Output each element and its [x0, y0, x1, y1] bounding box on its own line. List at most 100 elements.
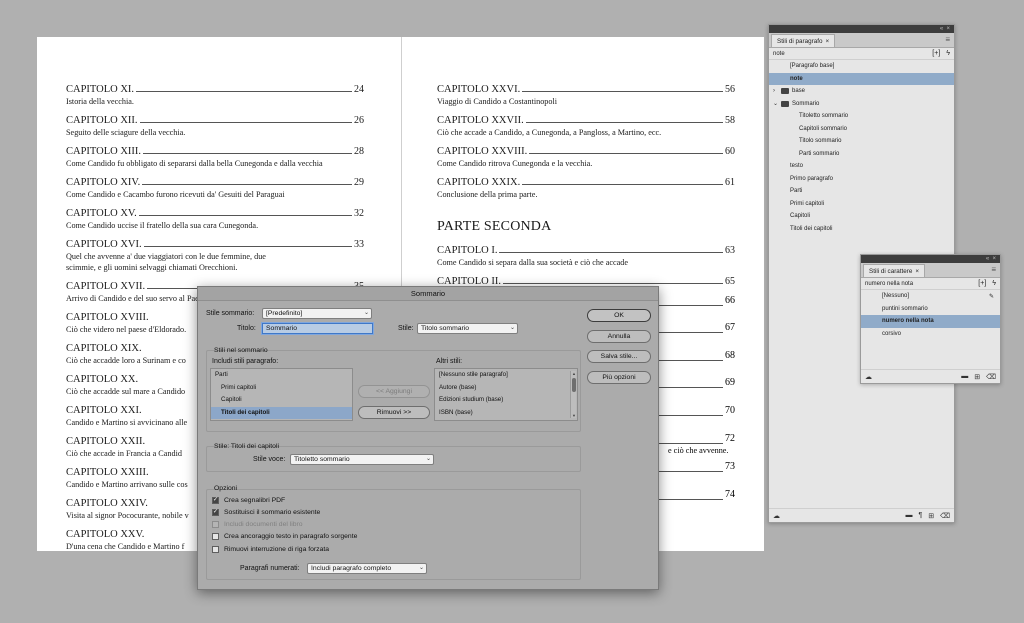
style-label: testo — [790, 163, 804, 170]
more-options-button[interactable]: Più opzioni — [587, 371, 651, 384]
checkbox-unchecked-icon — [212, 546, 219, 553]
character-style-item[interactable]: corsivo — [861, 328, 1000, 341]
paragraph-style-item[interactable]: testo — [769, 160, 954, 173]
paragraph-style-item[interactable]: Titoli dei capitoli — [769, 223, 954, 236]
folder-icon[interactable]: ▬ — [905, 512, 912, 519]
cancel-button[interactable]: Annulla — [587, 330, 651, 343]
toc-chapter-title: CAPITOLO XIV. — [66, 177, 141, 188]
toc-entry[interactable]: CAPITOLO XXIX. 61 Conclusione della prima … — [437, 176, 735, 200]
other-styles-list[interactable]: [Nessuno stile paragrafo] Autore (base) Ed… — [434, 368, 578, 421]
toc-entry[interactable]: CAPITOLO XXVII. 58 Ciò che accade a Candid… — [437, 114, 735, 138]
style-label: Titoletto sommario — [799, 113, 849, 120]
panel-menu-icon[interactable]: ≡ — [945, 36, 950, 44]
option-checkbox[interactable]: ✓ Crea segnalibri PDF — [212, 497, 285, 504]
remove-button[interactable]: Rimuovi >> — [358, 406, 430, 419]
style-label: Primo paragrafo — [790, 175, 834, 182]
paragraph-style-item[interactable]: ⌄ Sommario — [769, 98, 954, 111]
save-style-button[interactable]: Salva stile... — [587, 350, 651, 363]
tab-character-styles[interactable]: Stili di carattere × — [863, 264, 926, 277]
folder-icon[interactable]: ▬ — [961, 373, 968, 380]
character-style-item[interactable]: [Nessuno] ✎ — [861, 290, 1000, 303]
paragraph-style-item[interactable]: Titolo sommario — [769, 135, 954, 148]
new-style-icon[interactable]: ⊞ — [928, 512, 934, 520]
other-style-item[interactable]: Autore (base) — [435, 382, 577, 395]
toc-entry[interactable]: CAPITOLO XIII. 28 Come Candido fu obbligat… — [66, 145, 364, 169]
toc-entry[interactable]: CAPITOLO XXVI. 56 Viaggio di Candido a Cos… — [437, 83, 735, 107]
part-heading: PARTE SECONDA — [437, 219, 552, 234]
panel-menu-icon[interactable]: ≡ — [991, 266, 996, 274]
cloud-library-icon[interactable]: ☁ — [773, 512, 780, 520]
included-style-item[interactable]: Titoli dei capitoli — [211, 406, 352, 419]
scroll-down-icon[interactable]: ▼ — [571, 413, 577, 418]
paragraph-style-item[interactable]: Primo paragrafo — [769, 173, 954, 186]
toc-entry[interactable]: CAPITOLO XIV. 29 Come Candido e Cacambo fu… — [66, 176, 364, 200]
toc-leader — [136, 91, 352, 92]
toc-entry[interactable]: CAPITOLO I. 63 Come Candido si separa dall… — [437, 244, 735, 268]
paragraph-style-item[interactable]: Capitoli sommario — [769, 123, 954, 136]
folder-icon — [781, 88, 789, 95]
stile-voce-label: Stile voce: — [253, 456, 286, 463]
toc-entry[interactable]: CAPITOLO XV. 32 Come Candido uccise il fra… — [66, 207, 364, 231]
option-checkbox[interactable]: ✓ Sostituisci il sommario esistente — [212, 509, 320, 516]
paragraph-style-item[interactable]: [Paragrafo base] — [769, 60, 954, 73]
included-styles-list[interactable]: Parti Primi capitoli Capitoli Titoli dei ca… — [210, 368, 353, 421]
style-label: Parti — [790, 188, 803, 195]
scroll-thumb[interactable] — [572, 378, 576, 392]
paragraph-style-item[interactable]: Titoletto sommario — [769, 110, 954, 123]
trash-icon[interactable]: ⌫ — [986, 373, 996, 381]
panel-grip[interactable]: « × — [769, 25, 954, 33]
panel-grip[interactable]: « × — [861, 255, 1000, 263]
character-style-item[interactable]: puntini sommario — [861, 303, 1000, 316]
scrollbar[interactable]: ▲ ▼ — [570, 371, 576, 418]
new-style-icon[interactable]: ⊞ — [974, 373, 980, 381]
other-style-item[interactable]: [Nessuno stile paragrafo] — [435, 369, 577, 382]
option-checkbox[interactable]: Rimuovi interruzione di riga forzata — [212, 546, 329, 553]
style-label: Titolo sommario — [799, 138, 842, 145]
toc-line: CAPITOLO XXVI. 56 — [437, 83, 735, 96]
close-icon[interactable]: × — [915, 268, 919, 275]
toc-entry[interactable]: CAPITOLO XI. 24 Istoria della vecchia. — [66, 83, 364, 107]
trash-icon[interactable]: ⌫ — [940, 512, 950, 520]
chevron-right-icon[interactable]: › — [773, 88, 781, 94]
toc-leader — [502, 283, 723, 284]
toc-chapter-title: CAPITOLO XXVIII. — [437, 146, 528, 157]
paragraph-style-item[interactable]: note — [769, 72, 954, 85]
toc-entry[interactable]: CAPITOLO XII. 26 Seguito delle sciagure de… — [66, 114, 364, 138]
current-char-style: numero nella nota — [865, 280, 914, 287]
toc-page-number: 73 — [725, 461, 735, 472]
add-button[interactable]: << Aggiungi — [358, 385, 430, 398]
paragrafi-numerati-select[interactable]: Includi paragrafo completo ⌄ — [307, 563, 427, 574]
included-style-item[interactable]: Primi capitoli — [211, 382, 352, 395]
toc-entry[interactable]: CAPITOLO XXVIII. 60 Come Candido ritrova C… — [437, 145, 735, 169]
new-style-group-icon[interactable]: [+] — [978, 280, 986, 287]
toc-entry[interactable]: CAPITOLO XVI. 33 Quel che avvenne a' due v… — [66, 238, 364, 273]
lightning-icon[interactable]: ϟ — [992, 280, 996, 287]
paragraph-style-item[interactable]: › base — [769, 85, 954, 98]
other-style-item[interactable]: Edizioni studium (base) — [435, 394, 577, 407]
paragraph-style-item[interactable]: Parti sommario — [769, 148, 954, 161]
stile-voce-select[interactable]: Titoletto sommario ⌄ — [290, 454, 434, 465]
clear-override-icon[interactable]: ¶ — [918, 512, 922, 519]
stile-sommario-select[interactable]: [Predefinito] ⌄ — [262, 308, 372, 319]
paragraph-style-item[interactable]: Parti — [769, 185, 954, 198]
paragraph-style-item[interactable]: Primi capitoli — [769, 198, 954, 211]
close-icon[interactable]: × — [826, 38, 830, 45]
lightning-icon[interactable]: ϟ — [946, 50, 950, 57]
toc-chapter-description: Istoria della vecchia. — [66, 97, 134, 106]
tab-paragraph-styles[interactable]: Stili di paragrafo × — [771, 34, 836, 47]
character-style-list: [Nessuno] ✎ puntini sommario numero nella n… — [861, 290, 1000, 340]
included-style-item[interactable]: Parti — [211, 369, 352, 382]
other-style-item[interactable]: ISBN (base) — [435, 407, 577, 420]
paragraph-style-item[interactable]: Capitoli — [769, 210, 954, 223]
checkbox-unchecked-icon — [212, 521, 219, 528]
stile-select[interactable]: Titolo sommario ⌄ — [417, 323, 518, 334]
scroll-up-icon[interactable]: ▲ — [571, 371, 577, 376]
included-style-item[interactable]: Capitoli — [211, 394, 352, 407]
chevron-down-icon[interactable]: ⌄ — [773, 100, 781, 107]
new-style-group-icon[interactable]: [+] — [932, 50, 940, 57]
titolo-input[interactable]: Sommario — [262, 323, 373, 334]
character-style-item[interactable]: numero nella nota — [861, 315, 1000, 328]
cloud-library-icon[interactable]: ☁ — [865, 373, 872, 381]
option-checkbox[interactable]: Crea ancoraggio testo in paragrafo sorge… — [212, 533, 357, 540]
ok-button[interactable]: OK — [587, 309, 651, 322]
